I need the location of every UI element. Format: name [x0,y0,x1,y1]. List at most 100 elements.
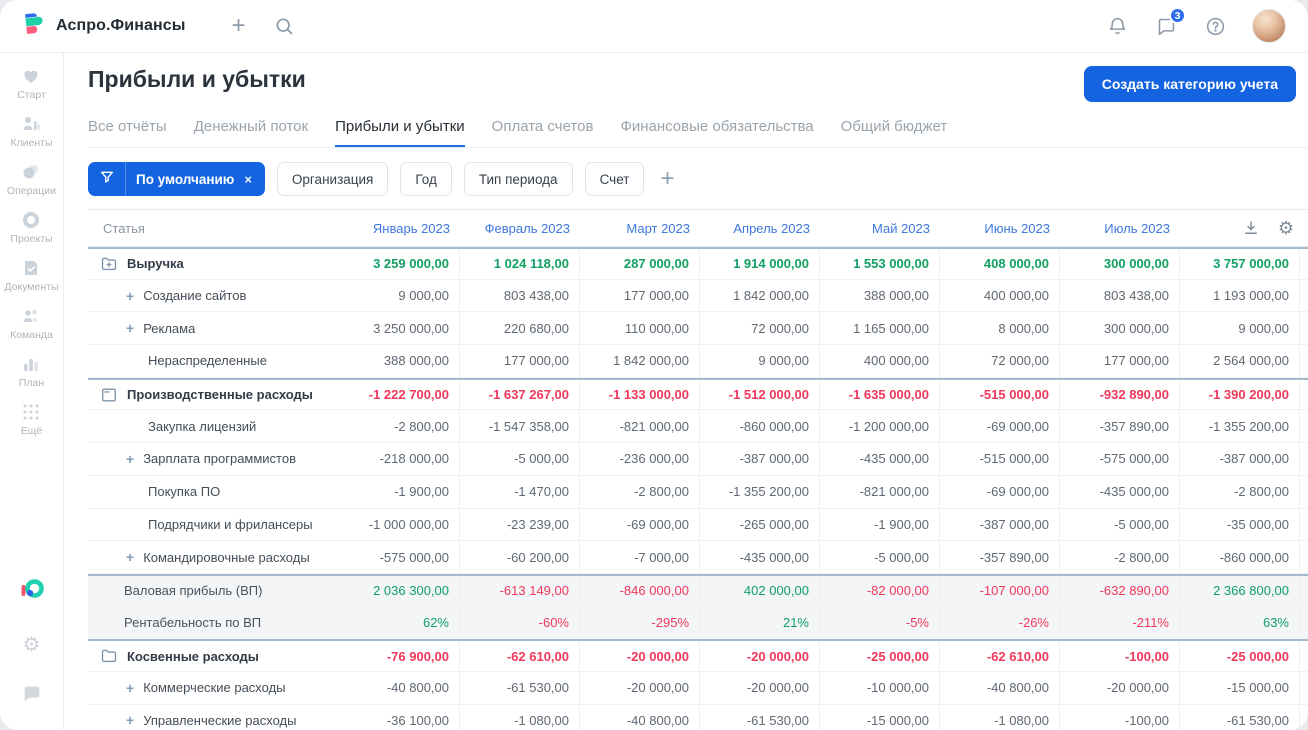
row-label-cell: Закупка лицензий [88,410,340,442]
create-plus-icon[interactable]: + [231,14,245,38]
table-cell: -60 200,00 [460,541,580,573]
tab[interactable]: Денежный поток [194,114,308,147]
table-cell: -20 000,00 [700,641,820,671]
table-cell: 72 000,00 [940,345,1060,377]
column-header-month[interactable]: Июль 2023 [1060,221,1180,236]
table-cell: -100,00 [1060,704,1180,730]
table-cell: -387 000,00 [940,508,1060,541]
settings-gear-icon[interactable]: ⚙ [23,635,41,655]
row-label-cell: Рентабельность по ВП [88,607,340,639]
download-icon[interactable] [1242,219,1260,237]
tab[interactable]: Оплата счетов [492,114,594,147]
tab[interactable]: Финансовые обязательства [620,114,813,147]
row-label-cell: + Зарплата программистов [88,443,340,475]
tab[interactable]: Прибыли и убытки [335,114,465,147]
tab[interactable]: Общий бюджет [841,114,948,147]
table-cell: 63% [1180,606,1300,639]
start-icon [21,66,41,86]
expand-plus-icon[interactable]: + [126,452,134,466]
row-label: Косвенные расходы [127,648,259,664]
sidebar-item-старт[interactable]: Старт [4,66,58,101]
plan-icon [21,354,41,374]
expand-plus-icon[interactable]: + [126,321,134,335]
user-avatar[interactable] [1252,9,1286,43]
sidebar-item-документы[interactable]: Документы [4,258,59,293]
table-cell: 177 000,00 [1060,345,1180,377]
expand-plus-icon[interactable]: + [126,681,134,695]
filter-chip[interactable]: Счет [584,162,645,196]
feedback-chat-icon[interactable] [21,683,43,710]
table-cell: 9 000,00 [340,279,460,312]
folder-plus-icon[interactable] [100,255,118,273]
table-cell: -236 000,00 [580,443,700,475]
table-cell: -860 000,00 [1180,541,1300,573]
column-header-month[interactable]: Июнь 2023 [940,221,1060,236]
aspro-mini-logo[interactable] [19,576,45,607]
table-row: Косвенные расходы -76 900,00 -62 610,00 -20… [88,639,1308,672]
table-cell: 1 914 000,00 [700,249,820,279]
column-header-month[interactable]: Апрель 2023 [700,221,820,236]
table-cell: 1 165 000,00 [820,312,940,345]
operations-icon [21,162,41,182]
add-filter-icon[interactable]: + [660,167,674,191]
row-label-cell: Выручка [88,249,340,279]
sidebar-item-проекты[interactable]: Проекты [4,210,58,245]
table-cell: 62% [340,606,460,639]
row-label-cell: + Создание сайтов [88,280,340,312]
aspro-flag-logo [20,10,47,42]
create-category-button[interactable]: Создать категорию учета [1083,66,1296,102]
remove-filter-icon[interactable]: × [244,172,252,187]
table-cell: -69 000,00 [580,508,700,541]
filter-chip[interactable]: Организация [276,162,389,196]
table-row: + Командировочные расходы -575 000,00 -60 2… [88,541,1308,574]
panel-minus-icon[interactable] [100,386,118,404]
row-label: Командировочные расходы [143,549,310,565]
sidebar-item-команда[interactable]: Команда [4,306,58,341]
table-cell: 1 553 000,00 [820,249,940,279]
default-filter-chip[interactable]: По умолчанию × [88,162,265,196]
table-row: + Создание сайтов 9 000,00 803 438,00 177 00… [88,279,1308,313]
table-cell: 803 438,00 [1060,279,1180,312]
column-header-month[interactable]: Февраль 2023 [460,221,580,236]
table-cell: -295% [580,606,700,639]
row-label: Валовая прибыль (ВП) [124,583,263,599]
report-tabs: Все отчёты Денежный поток Прибыли и убытки… [88,114,1308,148]
projects-icon [21,210,41,230]
brand[interactable]: Аспро.Финансы [20,10,185,42]
expand-plus-icon[interactable]: + [126,289,134,303]
expand-plus-icon[interactable]: + [126,550,134,564]
column-header-month[interactable]: Март 2023 [580,221,700,236]
table-cell: 1 842 000,00 [580,345,700,377]
sidebar-item-план[interactable]: План [4,354,58,389]
table-cell: 177 000,00 [580,279,700,312]
sidebar-item-операции[interactable]: Операции [4,162,58,197]
more-grid-icon [21,402,41,422]
sidebar-item-ещё[interactable]: Ещё [4,402,58,437]
table-cell: -20 000,00 [580,641,700,671]
row-label: Производственные расходы [127,387,313,403]
table-cell: -69 000,00 [940,475,1060,508]
table-cell: -632 890,00 [1060,575,1180,606]
table-cell: -5 000,00 [820,541,940,573]
chat-icon[interactable]: 3 [1154,7,1186,38]
table-cell: -62 610,00 [940,641,1060,671]
table-cell: -5 000,00 [1060,508,1180,541]
sidebar-item-клиенты[interactable]: Клиенты [4,114,58,149]
main-content: Прибыли и убытки Создать категорию учета… [64,53,1308,730]
bell-icon[interactable] [1105,14,1129,38]
table-cell: -82 000,00 [820,575,940,606]
table-cell: 300 000,00 [1060,312,1180,345]
search-icon[interactable] [272,14,296,38]
tab[interactable]: Все отчёты [88,114,167,147]
row-label-cell: Подрядчики и фрилансеры [88,509,340,541]
row-label-cell: + Управленческие расходы [88,705,340,730]
filter-chip[interactable]: Год [400,162,452,196]
column-header-month[interactable]: Январь 2023 [340,221,460,236]
table-settings-gear-icon[interactable]: ⚙ [1278,219,1294,237]
column-header-month[interactable]: Май 2023 [820,221,940,236]
table-cell: -107 000,00 [940,575,1060,606]
filter-chip[interactable]: Тип периода [463,162,573,196]
help-icon[interactable] [1203,14,1227,38]
folder-icon[interactable] [100,647,118,665]
expand-plus-icon[interactable]: + [126,713,134,727]
